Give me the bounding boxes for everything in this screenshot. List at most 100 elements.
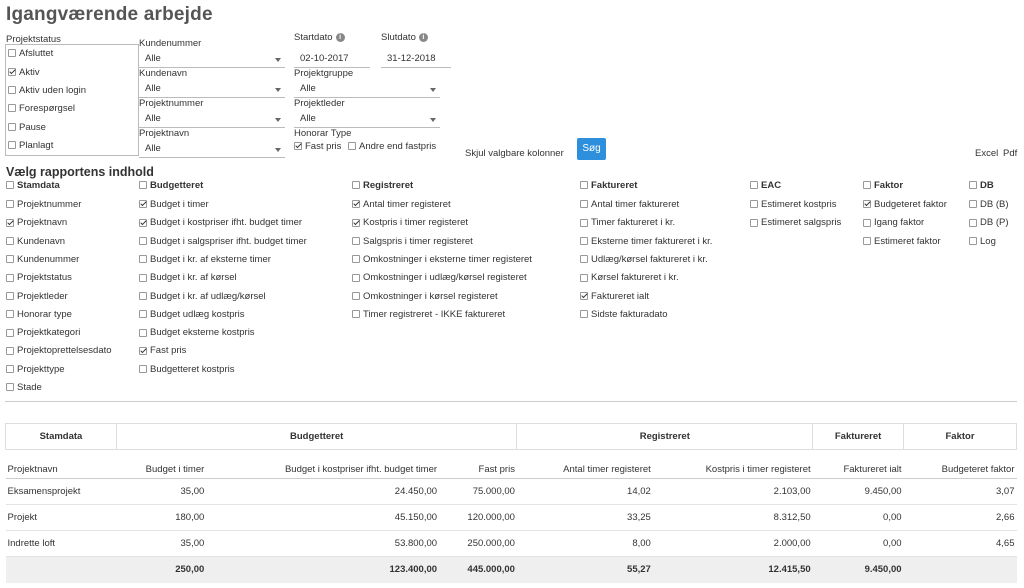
report-option[interactable]: Budget eksterne kostpris xyxy=(139,327,255,338)
checkbox[interactable] xyxy=(6,365,14,374)
checkbox[interactable] xyxy=(750,200,758,209)
checkbox[interactable] xyxy=(139,346,147,355)
checkbox[interactable] xyxy=(6,200,14,209)
checkbox[interactable] xyxy=(750,181,758,190)
checkbox[interactable] xyxy=(863,200,871,209)
checkbox[interactable] xyxy=(139,218,147,227)
report-option[interactable]: Projektstatus xyxy=(6,272,72,283)
report-group-eac[interactable]: EAC xyxy=(750,180,781,191)
checkbox[interactable] xyxy=(580,237,588,246)
report-option[interactable]: Projektnummer xyxy=(6,199,81,210)
checkbox[interactable] xyxy=(580,181,588,190)
report-option[interactable]: Igang faktor xyxy=(863,217,924,228)
report-option[interactable]: Fast pris xyxy=(139,345,186,356)
report-option[interactable]: Budget i timer xyxy=(139,199,209,210)
status-option-afsluttet[interactable]: Afsluttet xyxy=(8,48,53,59)
report-option[interactable]: Stade xyxy=(6,382,42,393)
report-option[interactable]: Kørsel faktureret i kr. xyxy=(580,272,679,283)
checkbox[interactable] xyxy=(139,237,147,246)
checkbox[interactable] xyxy=(580,310,588,319)
status-option-pause[interactable]: Pause xyxy=(8,122,46,133)
report-option[interactable]: Timer registreret - IKKE faktureret xyxy=(352,309,505,320)
report-option[interactable]: Sidste fakturadato xyxy=(580,309,668,320)
checkbox[interactable] xyxy=(863,237,871,246)
checkbox[interactable] xyxy=(6,255,14,264)
slutdato-input[interactable]: 31-12-2018 xyxy=(381,52,451,68)
checkbox[interactable] xyxy=(352,218,360,227)
checkbox[interactable] xyxy=(969,200,977,209)
checkbox[interactable] xyxy=(348,142,356,151)
startdato-input[interactable]: 02-10-2017 xyxy=(294,52,370,68)
checkbox[interactable] xyxy=(580,291,588,300)
report-group-registreret[interactable]: Registreret xyxy=(352,180,413,191)
checkbox[interactable] xyxy=(6,237,14,246)
status-option-aktiv-uden-login[interactable]: Aktiv uden login xyxy=(8,85,86,96)
report-option[interactable]: Udlæg/kørsel faktureret i kr. xyxy=(580,254,708,265)
checkbox[interactable] xyxy=(8,141,16,150)
checkbox[interactable] xyxy=(352,200,360,209)
report-option[interactable]: Kostpris i timer registeret xyxy=(352,217,468,228)
checkbox[interactable] xyxy=(352,273,360,282)
projektstatus-list[interactable]: Afsluttet Aktiv Aktiv uden login Forespø… xyxy=(5,44,139,156)
report-option[interactable]: Projektleder xyxy=(6,291,68,302)
status-option-aktiv[interactable]: Aktiv xyxy=(8,67,40,78)
honorar-andre[interactable]: Andre end fastpris xyxy=(348,141,436,152)
checkbox[interactable] xyxy=(863,181,871,190)
checkbox[interactable] xyxy=(6,346,14,355)
projektleder-select[interactable]: Alle xyxy=(294,112,440,128)
report-option[interactable]: Budget udlæg kostpris xyxy=(139,309,245,320)
checkbox[interactable] xyxy=(8,86,16,95)
info-icon[interactable]: i xyxy=(335,32,345,42)
info-icon[interactable]: i xyxy=(418,32,428,42)
hide-columns-link[interactable]: Skjul valgbare kolonner xyxy=(465,148,564,159)
checkbox[interactable] xyxy=(139,310,147,319)
report-option[interactable]: Budget i kostpriser ifht. budget timer xyxy=(139,217,302,228)
report-option[interactable]: Budget i kr. af kørsel xyxy=(139,272,237,283)
report-option[interactable]: Omkostninger i udlæg/kørsel registeret xyxy=(352,272,527,283)
checkbox[interactable] xyxy=(8,49,16,58)
report-group-faktor[interactable]: Faktor xyxy=(863,180,903,191)
checkbox[interactable] xyxy=(139,291,147,300)
checkbox[interactable] xyxy=(139,273,147,282)
checkbox[interactable] xyxy=(969,181,977,190)
checkbox[interactable] xyxy=(580,218,588,227)
kundenummer-select[interactable]: Alle xyxy=(139,52,285,68)
report-option[interactable]: Projektnavn xyxy=(6,217,67,228)
projektnavn-select[interactable]: Alle xyxy=(139,142,285,158)
report-group-db[interactable]: DB xyxy=(969,180,994,191)
report-option[interactable]: Budget i salgspriser ifht. budget timer xyxy=(139,236,307,247)
report-group-faktureret[interactable]: Faktureret xyxy=(580,180,637,191)
report-option[interactable]: Budget i kr. af eksterne timer xyxy=(139,254,271,265)
checkbox[interactable] xyxy=(294,142,302,151)
report-option[interactable]: Kundenummer xyxy=(6,254,79,265)
report-option[interactable]: Budgeteret faktor xyxy=(863,199,947,210)
checkbox[interactable] xyxy=(139,200,147,209)
report-option[interactable]: Log xyxy=(969,236,996,247)
checkbox[interactable] xyxy=(352,255,360,264)
report-option[interactable]: Antal timer faktureret xyxy=(580,199,679,210)
checkbox[interactable] xyxy=(580,255,588,264)
checkbox[interactable] xyxy=(580,200,588,209)
checkbox[interactable] xyxy=(139,255,147,264)
report-option[interactable]: Salgspris i timer registeret xyxy=(352,236,473,247)
report-option[interactable]: Projektoprettelsesdato xyxy=(6,345,112,356)
checkbox[interactable] xyxy=(863,218,871,227)
report-option[interactable]: Estimeret kostpris xyxy=(750,199,837,210)
checkbox[interactable] xyxy=(750,218,758,227)
report-option[interactable]: DB (P) xyxy=(969,217,1009,228)
projektnummer-select[interactable]: Alle xyxy=(139,112,285,128)
honorar-fast-pris[interactable]: Fast pris xyxy=(294,141,341,152)
checkbox[interactable] xyxy=(139,181,147,190)
status-option-foresporgsel[interactable]: Forespørgsel xyxy=(8,103,75,114)
checkbox[interactable] xyxy=(6,328,14,337)
status-option-planlagt[interactable]: Planlagt xyxy=(8,140,53,151)
checkbox[interactable] xyxy=(352,291,360,300)
pdf-link[interactable]: Pdf xyxy=(1003,148,1017,159)
report-option[interactable]: Omkostninger i kørsel registeret xyxy=(352,291,498,302)
report-option[interactable]: Omkostninger i eksterne timer registeret xyxy=(352,254,532,265)
search-button[interactable]: Søg xyxy=(577,138,606,160)
checkbox[interactable] xyxy=(8,68,16,77)
checkbox[interactable] xyxy=(8,123,16,132)
checkbox[interactable] xyxy=(580,273,588,282)
checkbox[interactable] xyxy=(6,273,14,282)
